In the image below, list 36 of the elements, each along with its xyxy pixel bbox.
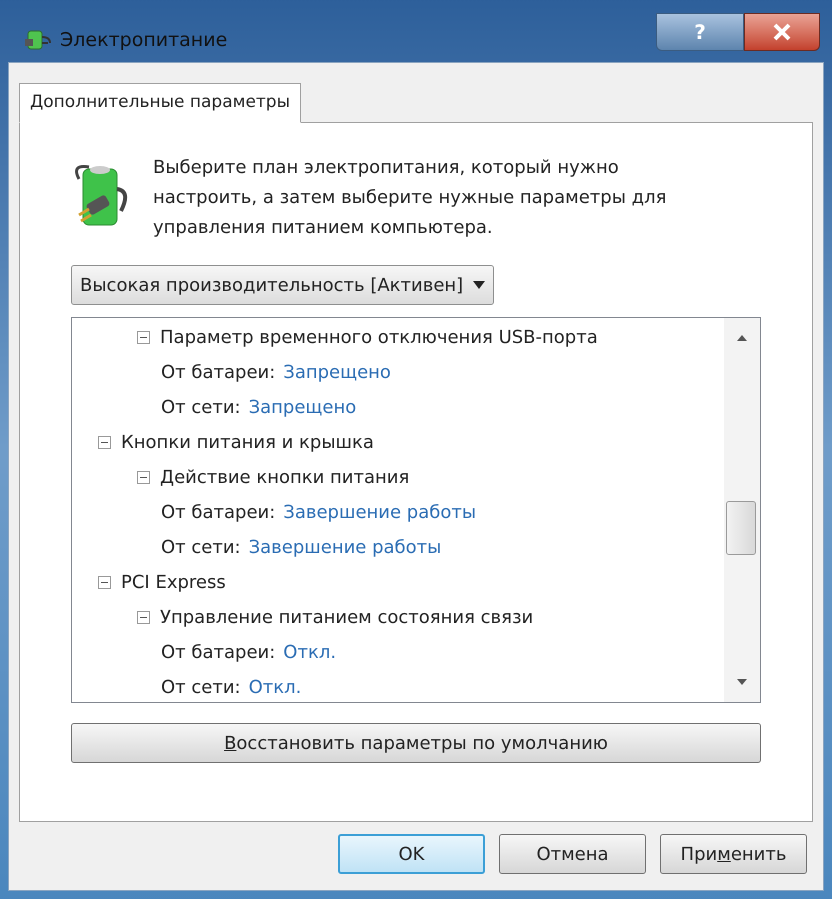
dialog-button[interactable]: OK xyxy=(338,834,485,874)
setting-label: От батареи: xyxy=(161,501,276,525)
collapse-icon[interactable] xyxy=(98,576,111,589)
window-title: Электропитание xyxy=(60,28,228,53)
setting-value-link[interactable]: Откл. xyxy=(248,674,302,701)
setting-label: От сети: xyxy=(161,536,241,560)
setting-label: От батареи: xyxy=(161,361,276,385)
tree-item[interactable]: Действие кнопки питания xyxy=(160,464,410,491)
collapse-icon[interactable] xyxy=(137,331,150,344)
dropdown-caret-icon xyxy=(473,281,486,289)
close-button[interactable] xyxy=(744,13,820,51)
dialog-button[interactable]: Применить xyxy=(660,834,807,874)
tab[interactable]: Дополнительные параметры xyxy=(19,83,302,123)
setting-label: От сети: xyxy=(161,676,241,700)
setting-value-link[interactable]: Завершение работы xyxy=(283,499,476,526)
setting-value-link[interactable]: Откл. xyxy=(283,639,336,666)
scroll-thumb[interactable] xyxy=(726,501,756,555)
tree-item[interactable]: Параметр временного отключения USB-порта xyxy=(160,324,598,351)
restore-defaults-button[interactable]: Восстановить параметры по умолчанию xyxy=(71,723,761,763)
setting-value-link[interactable]: Запрещено xyxy=(283,359,391,386)
tree-item[interactable]: Кнопки питания и крышка xyxy=(121,429,374,456)
setting-label: От сети: xyxy=(161,396,241,420)
setting-label: От батареи: xyxy=(161,641,276,665)
collapse-icon[interactable] xyxy=(137,611,150,624)
collapse-icon[interactable] xyxy=(98,436,111,449)
tree-item[interactable]: Управление питанием состояния связи xyxy=(160,604,534,631)
setting-value-link[interactable]: Завершение работы xyxy=(248,534,442,561)
setting-value-link[interactable]: Запрещено xyxy=(248,394,356,421)
collapse-icon[interactable] xyxy=(137,471,150,484)
tree-item[interactable]: PCI Express xyxy=(121,569,226,596)
dialog-button[interactable]: Отмена xyxy=(499,834,646,874)
scroll-down-icon[interactable] xyxy=(736,678,748,686)
description-text: Выберите план электропитания, который нужно настроить, а затем выберите нужные параметры для управления питанием компьютера. xyxy=(153,156,668,240)
plan-dropdown[interactable]: Высокая производительность [Активен] xyxy=(71,265,494,305)
scroll-up-icon[interactable] xyxy=(736,334,748,342)
close-icon xyxy=(772,23,792,41)
